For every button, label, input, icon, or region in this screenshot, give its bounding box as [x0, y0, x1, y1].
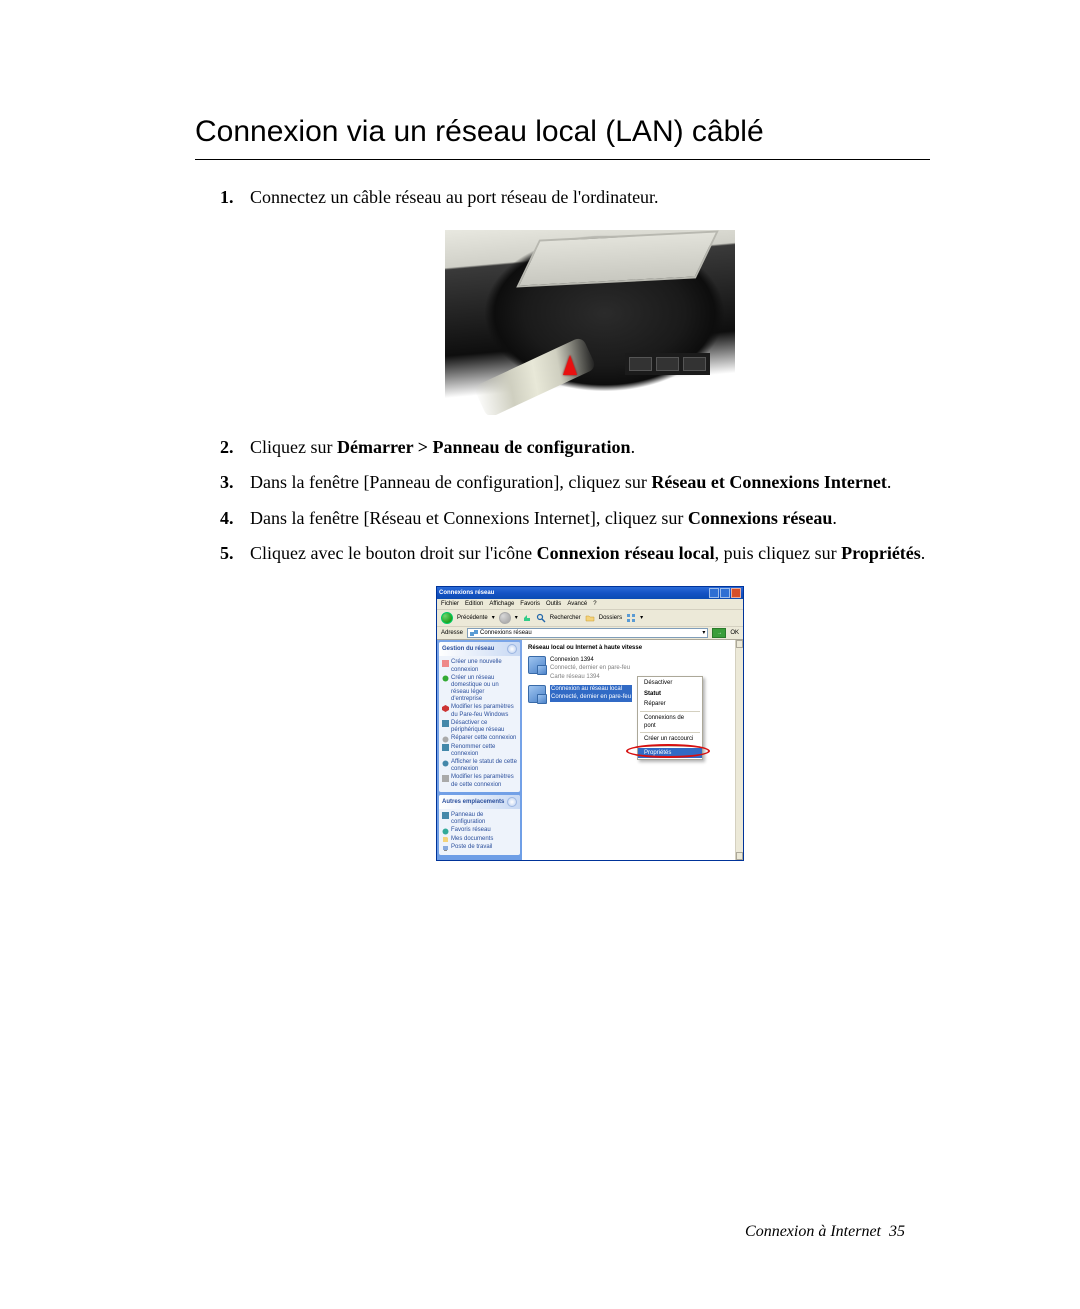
maximize-button[interactable]: [720, 588, 730, 598]
network-connection-icon: [528, 656, 546, 674]
step-5: Cliquez avec le bouton droit sur l'icône…: [250, 541, 930, 861]
menu-fichier[interactable]: Fichier: [441, 600, 459, 608]
connection-lan-name: Connexion au réseau local: [550, 685, 632, 693]
ctx-shortcut[interactable]: Créer un raccourci: [638, 734, 702, 744]
sidebar-header-other[interactable]: Autres emplacements: [439, 795, 520, 809]
ctx-repair[interactable]: Réparer: [638, 699, 702, 709]
go-label: OK: [730, 629, 739, 637]
address-label: Adresse: [441, 629, 463, 637]
new-connection-icon: [442, 660, 449, 667]
sidebar-link-home-network[interactable]: Créer un réseau domestique ou un réseau …: [442, 675, 517, 704]
folders-label[interactable]: Dossiers: [599, 614, 622, 622]
status-icon: [442, 760, 449, 767]
connection-1394-status: Connecté, dernier en pare-feu: [550, 664, 630, 672]
disable-icon: [442, 720, 449, 727]
sidebar-header-network[interactable]: Gestion du réseau: [439, 642, 520, 656]
back-button-label[interactable]: Précédente: [457, 614, 488, 622]
footer-section: Connexion à Internet: [745, 1223, 881, 1240]
window-titlebar: Connexions réseau: [437, 587, 743, 599]
computer-icon: [442, 845, 449, 852]
control-panel-icon: [442, 812, 449, 819]
red-arrow-icon: [563, 355, 577, 375]
search-icon[interactable]: [536, 613, 546, 623]
rename-icon: [442, 744, 449, 751]
sidebar-link-rename[interactable]: Renommer cette connexion: [442, 744, 517, 758]
sidebar-panel-network-tasks: Gestion du réseau Créer une nouvelle con…: [439, 642, 520, 792]
repair-icon: [442, 736, 449, 743]
home-network-icon: [442, 675, 449, 682]
sidebar-link-repair[interactable]: Réparer cette connexion: [442, 735, 517, 743]
firewall-icon: [442, 705, 449, 712]
context-menu: Désactiver Statut Réparer Connexions de …: [637, 676, 703, 760]
up-icon[interactable]: [522, 613, 532, 623]
address-bar: Adresse Connexions réseau ▾ → OK: [437, 627, 743, 640]
close-button[interactable]: [731, 588, 741, 598]
menubar: Fichier Edition Affichage Favoris Outils…: [437, 599, 743, 610]
forward-button-icon[interactable]: [499, 612, 511, 624]
minimize-button[interactable]: [709, 588, 719, 598]
scroll-down-icon[interactable]: [736, 852, 743, 860]
views-icon[interactable]: [626, 613, 636, 623]
step-1: Connectez un câble réseau au port réseau…: [250, 185, 930, 415]
sidebar-link-firewall[interactable]: Modifier les paramètres du Pare-feu Wind…: [442, 704, 517, 718]
window-title-text: Connexions réseau: [439, 589, 494, 597]
scroll-up-icon[interactable]: [736, 640, 743, 648]
menu-favoris[interactable]: Favoris: [520, 600, 540, 608]
ctx-status[interactable]: Statut: [638, 689, 702, 699]
menu-avance[interactable]: Avancé: [567, 600, 587, 608]
search-label[interactable]: Rechercher: [550, 614, 581, 622]
connection-lan-status: Connecté, dernier en pare-feu: [550, 693, 632, 701]
sidebar-panel-other-places: Autres emplacements Panneau de configura…: [439, 795, 520, 855]
connections-icon: [470, 629, 478, 637]
sidebar-link-disable[interactable]: Désactiver ce périphérique réseau: [442, 720, 517, 734]
address-value: Connexions réseau: [480, 629, 532, 637]
step-3: Dans la fenêtre [Panneau de configuratio…: [250, 470, 930, 495]
network-places-icon: [442, 828, 449, 835]
step-1-text: Connectez un câble réseau au port réseau…: [250, 187, 659, 207]
toolbar: Précédente ▾ ▾ Rechercher Dossiers ▾: [437, 610, 743, 627]
address-field[interactable]: Connexions réseau ▾: [467, 628, 708, 638]
main-content: Réseau local ou Internet à haute vitesse…: [522, 640, 735, 859]
sidebar-link-control-panel[interactable]: Panneau de configuration: [442, 812, 517, 826]
settings-icon: [442, 775, 449, 782]
sidebar-link-modify[interactable]: Modifier les paramètres de cette connexi…: [442, 774, 517, 788]
sidebar-link-status[interactable]: Afficher le statut de cette connexion: [442, 759, 517, 773]
sidebar: Gestion du réseau Créer une nouvelle con…: [437, 640, 522, 859]
folders-icon[interactable]: [585, 613, 595, 623]
sidebar-link-new-connection[interactable]: Créer une nouvelle connexion: [442, 659, 517, 673]
network-connection-icon: [528, 685, 546, 703]
back-button-icon[interactable]: [441, 612, 453, 624]
page-title: Connexion via un réseau local (LAN) câbl…: [195, 115, 930, 160]
documents-icon: [442, 836, 449, 843]
ctx-properties[interactable]: Propriétés: [638, 748, 702, 758]
menu-outils[interactable]: Outils: [546, 600, 561, 608]
menu-edition[interactable]: Edition: [465, 600, 483, 608]
menu-help[interactable]: ?: [593, 600, 596, 608]
sidebar-link-my-documents[interactable]: Mes documents: [442, 836, 517, 844]
page-footer: Connexion à Internet 35: [745, 1223, 905, 1241]
group-header: Réseau local ou Internet à haute vitesse: [528, 644, 729, 652]
step-4: Dans la fenêtre [Réseau et Connexions In…: [250, 506, 930, 531]
ctx-bridge[interactable]: Connexions de pont: [638, 713, 702, 732]
footer-page-number: 35: [889, 1223, 905, 1240]
sidebar-link-network-places[interactable]: Favoris réseau: [442, 827, 517, 835]
connection-1394-name: Connexion 1394: [550, 656, 630, 664]
connection-1394-device: Carte réseau 1394: [550, 673, 630, 681]
go-button[interactable]: →: [712, 628, 726, 638]
ctx-disable[interactable]: Désactiver: [638, 678, 702, 688]
steps-list: Connectez un câble réseau au port réseau…: [195, 185, 930, 861]
sidebar-link-my-computer[interactable]: Poste de travail: [442, 844, 517, 852]
menu-affichage[interactable]: Affichage: [489, 600, 514, 608]
scrollbar[interactable]: [735, 640, 743, 859]
figure-laptop-cable: [445, 230, 735, 415]
figure-xp-window: Connexions réseau Fichier Edition Affich…: [436, 586, 744, 861]
step-2: Cliquez sur Démarrer > Panneau de config…: [250, 435, 930, 460]
